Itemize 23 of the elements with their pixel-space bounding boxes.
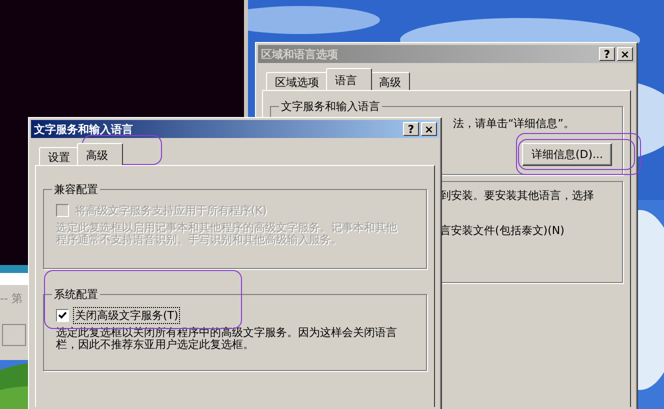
help-button[interactable]: ?: [599, 47, 615, 61]
checkbox[interactable]: [56, 309, 69, 322]
help-button[interactable]: ?: [403, 122, 419, 136]
button[interactable]: [2, 324, 26, 346]
instruction-text: 法，请单击“详细信息”。: [453, 116, 574, 131]
tab[interactable]: 区域选项: [266, 72, 328, 90]
group-title: 文字服务和输入语言: [280, 99, 381, 114]
checkbox-label[interactable]: 关闭高级文字服务(T): [74, 308, 180, 323]
tab[interactable]: 高级: [370, 72, 410, 90]
tab[interactable]: 高级: [77, 143, 123, 165]
group-title: 兼容配置: [53, 182, 99, 197]
tab[interactable]: 语言: [326, 68, 372, 90]
side-window-text: -- 第: [0, 291, 24, 306]
details-button[interactable]: 详细信息(D)...: [522, 143, 612, 166]
window-title: 区域和语言选项: [261, 46, 339, 62]
window-title: 文字服务和输入语言: [34, 122, 134, 136]
title-bar: [0, 265, 28, 273]
close-button[interactable]: ×: [421, 122, 437, 136]
check-icon: [58, 311, 67, 320]
close-button[interactable]: ×: [617, 47, 633, 61]
info-text: 言安装文件(包括泰文)(N): [440, 223, 566, 238]
group-title: 系统配置: [53, 287, 99, 302]
tab[interactable]: 设置: [39, 147, 79, 165]
